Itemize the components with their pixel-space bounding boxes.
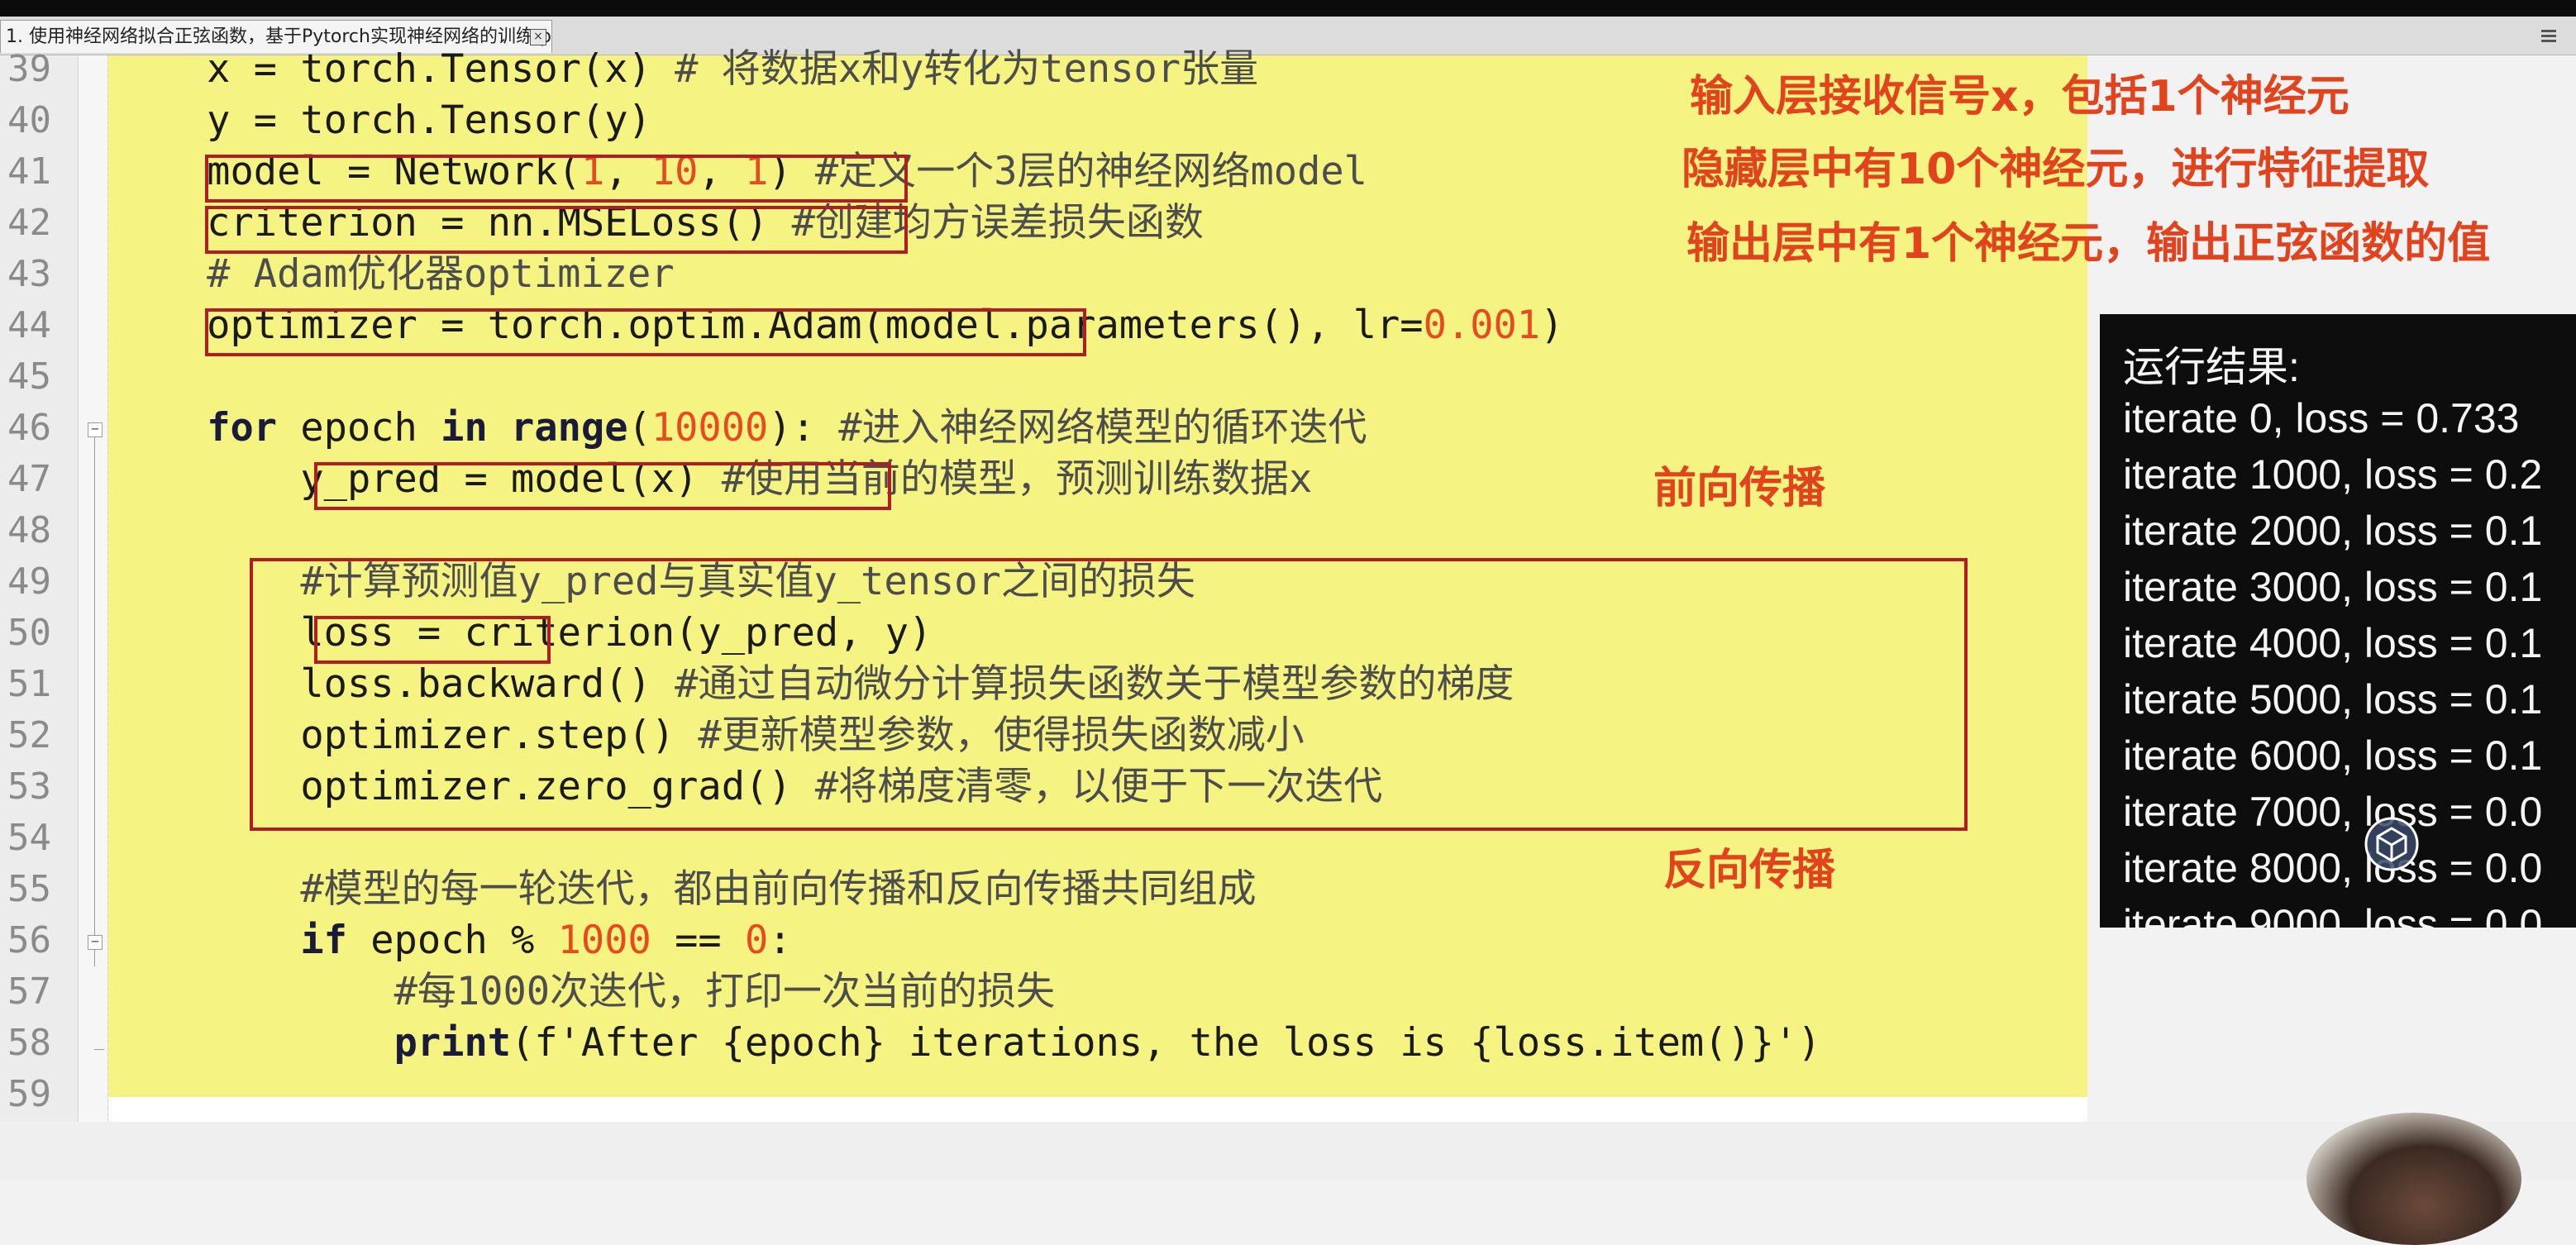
tab-list-icon[interactable] (2540, 26, 2558, 45)
line-number: 55 (7, 868, 51, 910)
line-number: 45 (7, 355, 51, 398)
fold-guide (94, 437, 95, 966)
line-number: 51 (7, 663, 51, 705)
line-number-gutter: 39 40 41 42 43 44 45 46 47 48 49 50 51 5… (0, 48, 79, 1122)
highlight-box-y-pred (314, 462, 891, 510)
highlight-box-optimizer (205, 308, 1086, 356)
close-icon[interactable]: × (530, 29, 546, 45)
line-number: 59 (7, 1073, 51, 1115)
code-line-40: y = torch.Tensor(y) (113, 98, 651, 143)
code-line-56: if epoch % 1000 == 0: (300, 918, 792, 963)
annotation-output-layer: 输出层中有1个神经元，输出正弦函数的值 (1686, 219, 2491, 269)
line-number: 43 (7, 253, 51, 295)
line-number: 39 (7, 48, 51, 90)
result-line: iterate 1000, loss = 0.2 (2123, 451, 2543, 498)
result-line: iterate 0, loss = 0.733 (2123, 395, 2520, 441)
highlight-box-backward (250, 558, 1968, 831)
bottom-strip (0, 1122, 2576, 1180)
line-number: 42 (7, 202, 51, 244)
annotation-hidden-layer: 隐藏层中有10个神经元，进行特征提取 (1682, 145, 2430, 194)
line-number: 50 (7, 612, 51, 654)
result-line: iterate 8000, loss = 0.0 (2123, 845, 2543, 891)
line-number: 58 (7, 1022, 51, 1064)
cube-cursor-icon (2364, 817, 2419, 871)
code-line-55: #模型的每一轮迭代，都由前向传播和反向传播共同组成 (300, 866, 1257, 912)
line-number: 41 (7, 150, 51, 193)
result-line: iterate 4000, loss = 0.1 (2123, 620, 2543, 666)
line-number: 47 (7, 458, 51, 500)
result-line: iterate 9000, loss = 0.0 (2123, 901, 2543, 928)
line-number: 54 (7, 817, 51, 859)
run-result-panel: 运行结果: iterate 0, loss = 0.733 iterate 10… (2100, 314, 2576, 928)
line-number: 49 (7, 560, 51, 603)
code-line-39: x = torch.Tensor(x) # 将数据x和y转化为tensor张量 (113, 46, 1259, 92)
code-line-43: # Adam优化器optimizer (113, 251, 675, 297)
line-number: 53 (7, 766, 51, 808)
webcam-overlay (2306, 1113, 2521, 1245)
top-black-bar (0, 0, 2576, 17)
code-line-57: #每1000次迭代，打印一次当前的损失 (394, 969, 1056, 1014)
result-line: iterate 7000, loss = 0.0 (2123, 789, 2543, 835)
result-line: iterate 2000, loss = 0.1 (2123, 508, 2543, 554)
result-line: iterate 6000, loss = 0.1 (2123, 732, 2543, 779)
highlight-box-model (205, 155, 908, 203)
highlight-box-loss (314, 616, 551, 664)
result-title: 运行结果: (2123, 344, 2300, 390)
highlight-box-criterion (205, 206, 908, 254)
fold-toggle-icon[interactable]: − (88, 935, 103, 950)
line-number: 52 (7, 714, 51, 756)
fold-toggle-icon[interactable]: − (88, 422, 103, 437)
line-number: 46 (7, 407, 51, 449)
annotation-input-layer: 输入层接收信号x，包括1个神经元 (1690, 72, 2349, 122)
result-line: iterate 3000, loss = 0.1 (2123, 564, 2543, 610)
result-line: iterate 5000, loss = 0.1 (2123, 676, 2543, 723)
line-number: 57 (7, 971, 51, 1013)
line-number: 40 (7, 99, 51, 141)
code-line-46: for epoch in range(10000): #进入神经网络模型的循环迭… (207, 405, 1367, 451)
annotation-forward: 前向传播 (1653, 464, 1826, 513)
code-highlight-area: x = torch.Tensor(x) # 将数据x和y转化为tensor张量 … (108, 46, 2087, 1097)
line-number: 56 (7, 919, 51, 961)
fold-end-marker (94, 1049, 104, 1050)
code-line-58: print(f'After {epoch} iterations, the lo… (394, 1020, 1821, 1066)
line-number: 44 (7, 304, 51, 346)
line-number: 48 (7, 509, 51, 551)
annotation-backward: 反向传播 (1663, 846, 1836, 895)
code-editor[interactable]: 39 40 41 42 43 44 45 46 47 48 49 50 51 5… (0, 46, 2087, 1122)
